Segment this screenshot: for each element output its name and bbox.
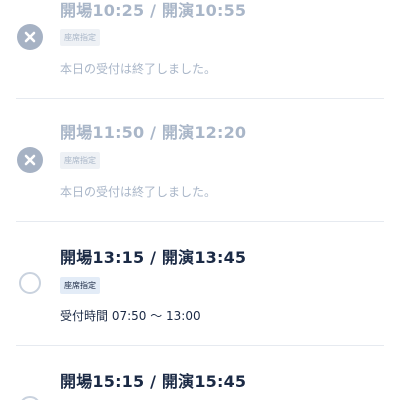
session-item-2: 開場11:50 / 開演12:20 座席指定 本日の受付は終了しました。: [0, 99, 400, 221]
seat-badge: 座席指定: [60, 29, 100, 46]
radio-button[interactable]: [19, 396, 41, 400]
session-time: 開場11:50 / 開演12:20: [60, 123, 247, 142]
session-status: 受付時間 07:50 〜 13:00: [60, 309, 201, 323]
session-time: 開場15:15 / 開演15:45: [60, 372, 247, 391]
session-list: 開場10:25 / 開演10:55 座席指定 本日の受付は終了しました。 開場1…: [0, 0, 400, 400]
session-status: 本日の受付は終了しました。: [60, 62, 217, 76]
session-status: 本日の受付は終了しました。: [60, 185, 217, 199]
session-item-1: 開場10:25 / 開演10:55 座席指定 本日の受付は終了しました。: [0, 0, 400, 98]
closed-x-icon: [17, 24, 43, 50]
seat-badge: 座席指定: [60, 277, 100, 294]
radio-button[interactable]: [19, 272, 41, 294]
session-item-4[interactable]: 開場15:15 / 開演15:45: [0, 346, 400, 400]
session-item-3[interactable]: 開場13:15 / 開演13:45 座席指定 受付時間 07:50 〜 13:0…: [0, 222, 400, 345]
session-time: 開場13:15 / 開演13:45: [60, 248, 247, 267]
session-time: 開場10:25 / 開演10:55: [60, 1, 247, 20]
closed-x-icon: [17, 147, 43, 173]
seat-badge: 座席指定: [60, 152, 100, 169]
